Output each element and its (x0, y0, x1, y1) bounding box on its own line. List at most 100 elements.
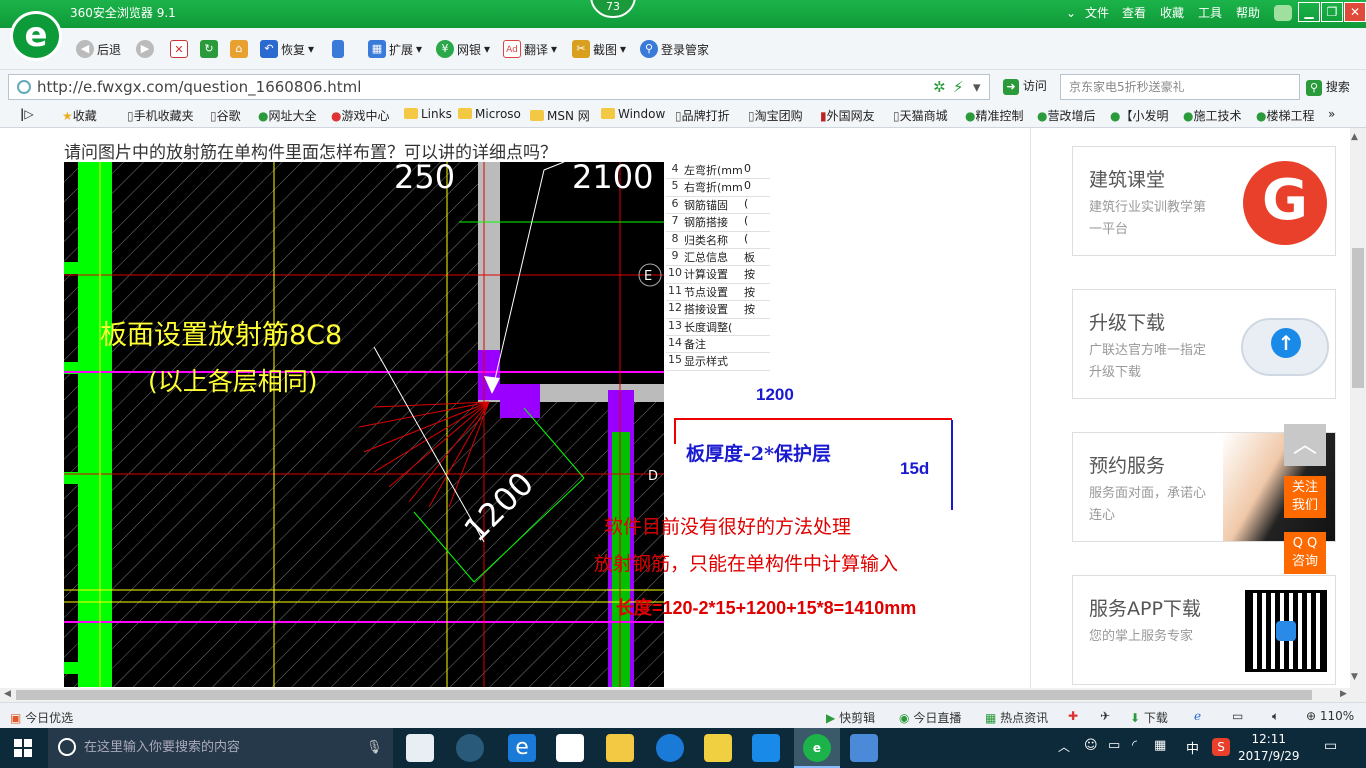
bookmark-games[interactable]: ●游戏中心 (331, 107, 390, 124)
extend-button[interactable]: ▦ 扩展 ▾ (368, 40, 422, 58)
skin-icon[interactable] (1274, 5, 1292, 21)
restore-button[interactable]: ↶ 恢复 ▾ (260, 40, 314, 58)
browser-logo-icon[interactable]: e (10, 11, 62, 61)
file-explorer-icon[interactable] (606, 734, 634, 762)
scroll-thumb[interactable] (1352, 248, 1364, 388)
property-row[interactable]: 15 显示样式 (666, 353, 770, 371)
scroll-up-icon[interactable]: ▲ (1351, 132, 1358, 142)
property-row[interactable]: 14 备注 (666, 336, 770, 354)
property-row[interactable]: 10 计算设置 按 (666, 266, 770, 284)
property-row[interactable]: 6 钢筋锚固 ( (666, 197, 770, 215)
minimize-button[interactable]: ▁ (1298, 2, 1320, 22)
refresh-button[interactable]: ↻ (200, 40, 218, 58)
clock[interactable]: 12:11 2017/9/29 (1238, 731, 1300, 765)
battery-icon[interactable]: ▭ (1108, 738, 1120, 753)
screenshot-button[interactable]: ✂ 截图 ▾ (572, 40, 626, 58)
today-picks[interactable]: ▣ 今日优选 (10, 709, 73, 726)
horizontal-scrollbar[interactable]: ◀ ▶ (0, 688, 1366, 702)
bookmark-microsoft[interactable]: Microso (458, 107, 521, 121)
follow-us-button[interactable]: 关注 我们 (1284, 476, 1326, 518)
people-icon[interactable]: ☺ (1084, 738, 1098, 753)
download-button[interactable]: ⬇ 下载 (1130, 709, 1168, 726)
task-view-icon[interactable] (406, 734, 434, 762)
home-button[interactable]: ⌂ (230, 40, 248, 58)
menu-file[interactable]: 文件 (1085, 4, 1109, 21)
wifi-icon[interactable]: ◜ (1132, 738, 1137, 753)
keyboard-icon[interactable]: ▦ (1154, 738, 1166, 753)
windows-start-icon[interactable] (14, 739, 32, 757)
visit-button[interactable]: ➜ 访问 (1003, 77, 1047, 95)
property-row[interactable]: 13 长度调整( (666, 319, 770, 336)
property-row[interactable]: 5 右弯折(mm 0 (666, 179, 770, 197)
menu-tools[interactable]: 工具 (1198, 4, 1222, 21)
live-button[interactable]: ◉ 今日直播 (899, 709, 961, 726)
bookmark-google[interactable]: ▯谷歌 (210, 107, 241, 124)
microphone-icon[interactable]: 🎙︎ (366, 728, 383, 768)
window-icon[interactable]: ▭ (1232, 709, 1243, 723)
bookmark-windows[interactable]: Window (601, 107, 665, 121)
scroll-left-icon[interactable]: ◀ (4, 689, 11, 699)
bookmark-foreign[interactable]: ▮外国网友 (820, 107, 875, 124)
hot-news-button[interactable]: ▦ 热点资讯 (985, 709, 1048, 726)
search-button[interactable]: ⚲ 搜索 (1306, 78, 1350, 96)
bookmark-tmall[interactable]: ▯天猫商城 (893, 107, 948, 124)
more-bookmarks-icon[interactable]: » (1328, 107, 1335, 121)
card-upgrade[interactable]: 升级下载 广联达官方唯一指定升级下载 ↑ (1072, 289, 1336, 399)
menu-help[interactable]: 帮助 (1236, 4, 1260, 21)
medical-icon[interactable]: ✚ (1068, 709, 1078, 723)
tray-expand-icon[interactable]: ︿ (1058, 738, 1070, 755)
bookmark-msn[interactable]: MSN 网 (530, 107, 590, 124)
bookmark-brand[interactable]: ▯品牌打折 (675, 107, 730, 124)
bookmark-stairs[interactable]: ●楼梯工程 (1256, 107, 1315, 124)
expand-menu-icon[interactable]: ⌄ (1066, 6, 1076, 20)
active-browser-task[interactable]: e (794, 728, 840, 768)
back-button[interactable]: ◀ 后退 (76, 40, 121, 58)
ie-icon[interactable]: ℯ (1194, 709, 1201, 723)
scroll-down-icon[interactable]: ▼ (1351, 672, 1358, 682)
taskbar-search-input[interactable]: 在这里输入你要搜索的内容 🎙︎ (48, 728, 393, 768)
menu-favorites[interactable]: 收藏 (1160, 4, 1184, 21)
bookmark-links[interactable]: Links (404, 107, 452, 121)
card-building-class[interactable]: 建筑课堂 建筑行业实训教学第一平台 G (1072, 146, 1336, 256)
url-input[interactable]: http://e.fwxgx.com/question_1660806.html… (8, 74, 990, 100)
plus-app-icon[interactable] (752, 734, 780, 762)
bookmark-construction[interactable]: ●施工技术 (1183, 107, 1242, 124)
pin-icon[interactable]: ✈ (1100, 709, 1110, 723)
stop-button[interactable]: ✕ (170, 40, 188, 58)
translate-button[interactable]: Ad 翻译 ▾ (503, 40, 557, 58)
maximize-button[interactable]: ❐ (1321, 2, 1343, 22)
url-dropdown-icon[interactable]: ▾ (973, 75, 981, 99)
notes-icon[interactable] (704, 734, 732, 762)
edge-icon[interactable]: e (508, 734, 536, 762)
security-icon[interactable]: ✲ (933, 75, 946, 99)
sidebar-toggle-icon[interactable]: |▷ (20, 107, 34, 121)
menu-view[interactable]: 查看 (1122, 4, 1146, 21)
property-row[interactable]: 7 钢筋搭接 ( (666, 214, 770, 232)
zoom-control[interactable]: ⊕ 110% (1306, 709, 1354, 723)
property-row[interactable]: 11 节点设置 按 (666, 284, 770, 302)
bookmark-precise[interactable]: ●精准控制 (965, 107, 1024, 124)
mobile-button[interactable] (332, 40, 344, 58)
bookmark-sites[interactable]: ●网址大全 (258, 107, 317, 124)
volume-icon[interactable]: 🔈︎ (1272, 709, 1279, 724)
card-app-download[interactable]: 服务APP下载 您的掌上服务专家 (1072, 575, 1336, 685)
back-to-top-button[interactable]: ︿ (1284, 424, 1326, 466)
forward-button[interactable]: ▶ (136, 40, 154, 58)
sogou-icon[interactable]: S (1212, 738, 1230, 756)
vertical-scrollbar[interactable]: ▲ ▼ (1350, 128, 1366, 688)
bookmark-mobile[interactable]: ▯手机收藏夹 (127, 107, 194, 124)
store-icon[interactable] (556, 734, 584, 762)
bookmark-favorites[interactable]: ★收藏 (62, 107, 97, 124)
bank-button[interactable]: ¥ 网银 ▾ (436, 40, 490, 58)
property-row[interactable]: 9 汇总信息 板 (666, 249, 770, 267)
screenshot-app-icon[interactable] (850, 734, 878, 762)
qq-consult-button[interactable]: Q Q 咨询 (1284, 532, 1326, 574)
notification-center-icon[interactable]: ▭ (1324, 738, 1337, 754)
speed-icon[interactable]: ⚡ (953, 75, 964, 99)
ime-indicator[interactable]: 中 (1186, 738, 1199, 757)
property-row[interactable]: 8 归类名称 ( (666, 232, 770, 249)
search-input[interactable]: 京东家电5折秒送豪礼 (1060, 74, 1300, 100)
bookmark-invent[interactable]: ●【小发明 (1110, 107, 1169, 124)
app-icon-browser2[interactable] (456, 734, 484, 762)
login-manager-button[interactable]: ⚲ 登录管家 (640, 40, 709, 58)
